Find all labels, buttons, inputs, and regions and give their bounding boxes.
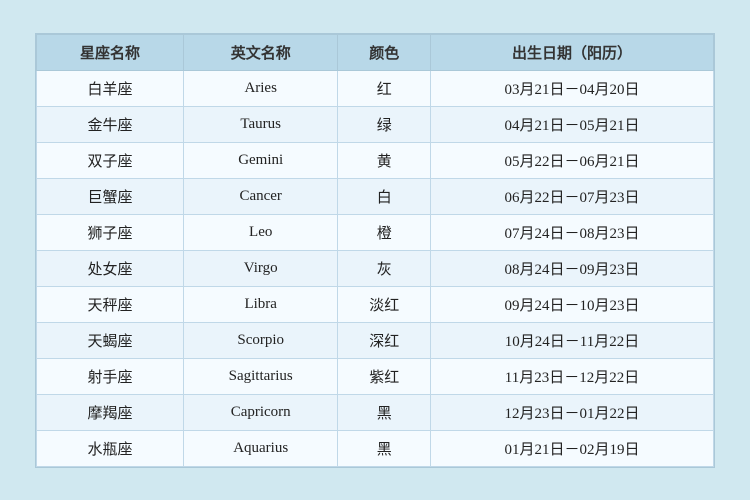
- table-row: 摩羯座Capricorn黑12月23日－01月22日: [37, 394, 714, 430]
- table-cell-2-2: 黄: [338, 142, 431, 178]
- table-cell-7-3: 10月24日－11月22日: [430, 322, 713, 358]
- table-cell-0-0: 白羊座: [37, 70, 184, 106]
- table-cell-10-0: 水瓶座: [37, 430, 184, 466]
- table-row: 处女座Virgo灰08月24日－09月23日: [37, 250, 714, 286]
- table-cell-5-2: 灰: [338, 250, 431, 286]
- header-col-1: 英文名称: [183, 34, 337, 70]
- table-row: 天蝎座Scorpio深红10月24日－11月22日: [37, 322, 714, 358]
- table-cell-6-1: Libra: [183, 286, 337, 322]
- table-cell-9-3: 12月23日－01月22日: [430, 394, 713, 430]
- table-cell-4-0: 狮子座: [37, 214, 184, 250]
- table-cell-8-3: 11月23日－12月22日: [430, 358, 713, 394]
- table-cell-6-2: 淡红: [338, 286, 431, 322]
- table-cell-0-2: 红: [338, 70, 431, 106]
- table-cell-8-1: Sagittarius: [183, 358, 337, 394]
- table-cell-5-3: 08月24日－09月23日: [430, 250, 713, 286]
- table-cell-10-3: 01月21日－02月19日: [430, 430, 713, 466]
- header-col-3: 出生日期（阳历）: [430, 34, 713, 70]
- table-row: 金牛座Taurus绿04月21日－05月21日: [37, 106, 714, 142]
- table-cell-9-0: 摩羯座: [37, 394, 184, 430]
- table-cell-0-3: 03月21日－04月20日: [430, 70, 713, 106]
- table-cell-4-2: 橙: [338, 214, 431, 250]
- table-cell-3-0: 巨蟹座: [37, 178, 184, 214]
- table-cell-9-2: 黑: [338, 394, 431, 430]
- table-cell-4-3: 07月24日－08月23日: [430, 214, 713, 250]
- table-row: 水瓶座Aquarius黑01月21日－02月19日: [37, 430, 714, 466]
- table-cell-6-3: 09月24日－10月23日: [430, 286, 713, 322]
- table-body: 白羊座Aries红03月21日－04月20日金牛座Taurus绿04月21日－0…: [37, 70, 714, 466]
- table-cell-7-1: Scorpio: [183, 322, 337, 358]
- table-cell-1-1: Taurus: [183, 106, 337, 142]
- table-row: 天秤座Libra淡红09月24日－10月23日: [37, 286, 714, 322]
- table-row: 白羊座Aries红03月21日－04月20日: [37, 70, 714, 106]
- table-cell-1-2: 绿: [338, 106, 431, 142]
- table-cell-2-1: Gemini: [183, 142, 337, 178]
- table-cell-5-1: Virgo: [183, 250, 337, 286]
- table-cell-10-1: Aquarius: [183, 430, 337, 466]
- table-cell-10-2: 黑: [338, 430, 431, 466]
- table-cell-1-3: 04月21日－05月21日: [430, 106, 713, 142]
- table-header-row: 星座名称英文名称颜色出生日期（阳历）: [37, 34, 714, 70]
- header-col-2: 颜色: [338, 34, 431, 70]
- table-cell-8-0: 射手座: [37, 358, 184, 394]
- table-cell-7-0: 天蝎座: [37, 322, 184, 358]
- table-cell-3-2: 白: [338, 178, 431, 214]
- table-cell-4-1: Leo: [183, 214, 337, 250]
- table-row: 双子座Gemini黄05月22日－06月21日: [37, 142, 714, 178]
- table-row: 巨蟹座Cancer白06月22日－07月23日: [37, 178, 714, 214]
- table-row: 狮子座Leo橙07月24日－08月23日: [37, 214, 714, 250]
- table-cell-9-1: Capricorn: [183, 394, 337, 430]
- table-cell-0-1: Aries: [183, 70, 337, 106]
- table-cell-6-0: 天秤座: [37, 286, 184, 322]
- table-cell-2-0: 双子座: [37, 142, 184, 178]
- zodiac-table: 星座名称英文名称颜色出生日期（阳历） 白羊座Aries红03月21日－04月20…: [36, 34, 714, 467]
- table-cell-7-2: 深红: [338, 322, 431, 358]
- table-cell-8-2: 紫红: [338, 358, 431, 394]
- table-cell-3-1: Cancer: [183, 178, 337, 214]
- header-col-0: 星座名称: [37, 34, 184, 70]
- zodiac-table-container: 星座名称英文名称颜色出生日期（阳历） 白羊座Aries红03月21日－04月20…: [35, 33, 715, 468]
- table-row: 射手座Sagittarius紫红11月23日－12月22日: [37, 358, 714, 394]
- table-cell-2-3: 05月22日－06月21日: [430, 142, 713, 178]
- table-cell-3-3: 06月22日－07月23日: [430, 178, 713, 214]
- table-cell-5-0: 处女座: [37, 250, 184, 286]
- table-cell-1-0: 金牛座: [37, 106, 184, 142]
